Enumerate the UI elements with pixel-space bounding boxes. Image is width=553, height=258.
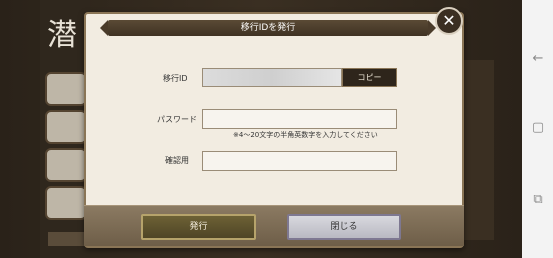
transfer-id-label: 移行ID — [163, 74, 188, 83]
close-button[interactable]: 閉じる — [287, 214, 401, 240]
home-icon[interactable]: ▢ — [531, 121, 545, 135]
background-tile — [45, 110, 87, 144]
recent-apps-icon[interactable]: ⧉ — [531, 193, 545, 207]
confirm-password-label: 確認用 — [165, 156, 189, 165]
background-title-char: 潜 — [47, 18, 77, 53]
background-tile — [45, 186, 87, 220]
password-note: ※4～20文字の半角英数字を入力してください — [233, 131, 378, 139]
android-nav-bar: ← ▢ ⧉ — [522, 0, 553, 258]
dialog-title: 移行IDを発行 — [100, 20, 436, 36]
back-icon[interactable]: ← — [531, 52, 545, 66]
transfer-id-field — [202, 68, 342, 87]
issue-button[interactable]: 発行 — [141, 214, 256, 240]
close-icon[interactable]: ✕ — [435, 7, 463, 35]
confirm-password-input[interactable] — [202, 151, 397, 171]
copy-button[interactable]: コピー — [342, 68, 397, 87]
background-tile — [45, 148, 87, 182]
password-input[interactable] — [202, 109, 397, 129]
password-label: パスワード — [157, 115, 197, 124]
background-right-column — [460, 60, 494, 240]
background-tile — [45, 72, 87, 106]
